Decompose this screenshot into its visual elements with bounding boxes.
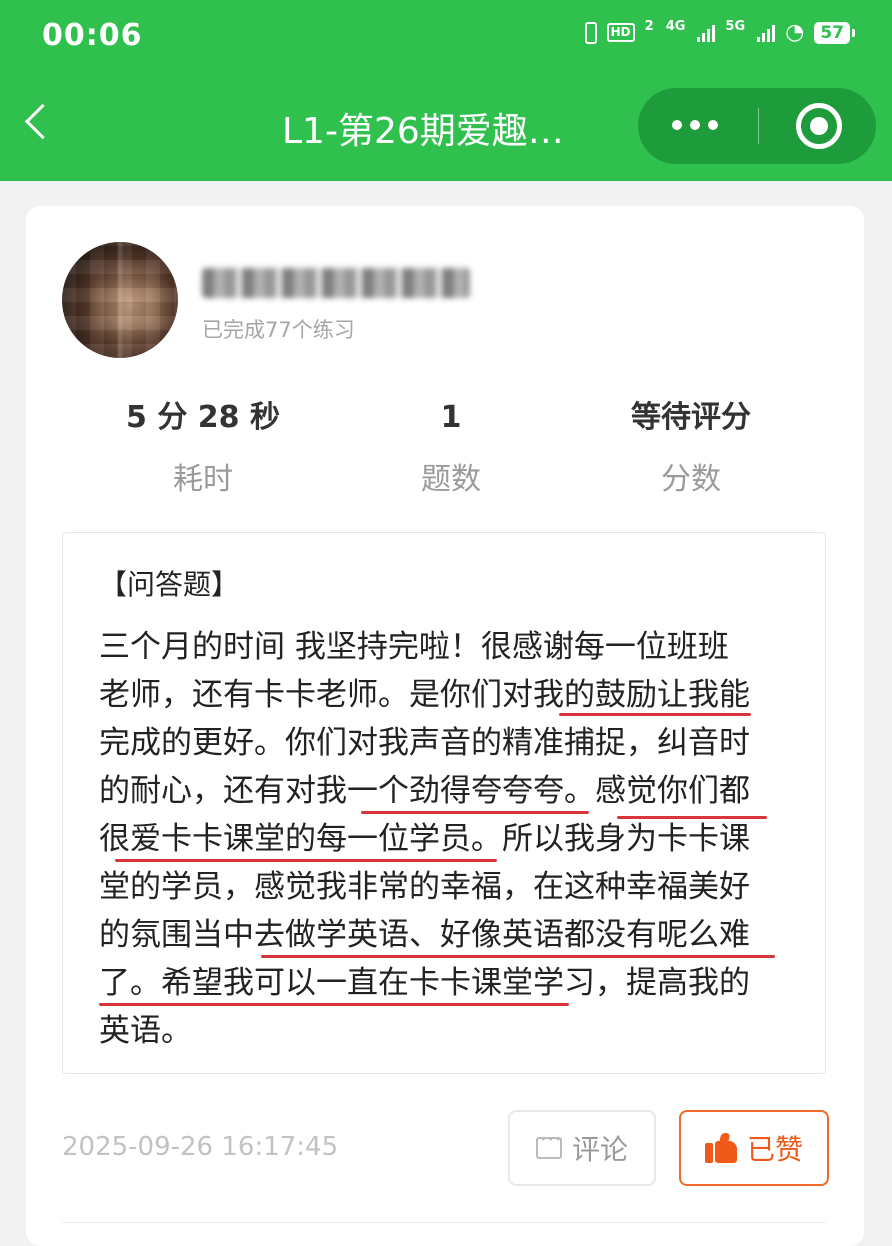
hd-icon: HD (606, 23, 635, 42)
stat-time: 5 分 28 秒 耗时 (88, 396, 318, 498)
stat-value: 1 (440, 400, 462, 435)
avatar (62, 242, 178, 358)
red-underline (361, 811, 589, 814)
submission-timestamp: 2025-09-26 16:17:45 (62, 1132, 339, 1162)
answer-line: 老师，还有卡卡老师。是你们对我的鼓励让我能 (99, 677, 750, 713)
signal-icon (757, 24, 776, 42)
wifi-icon: ◔ (785, 20, 805, 45)
question-type: 【问答题】 (99, 568, 240, 601)
more-icon[interactable] (672, 120, 718, 130)
network-5g-label: 5G (725, 19, 746, 34)
answer-line: 英语。 (99, 1013, 192, 1049)
battery-icon: 57 (814, 21, 855, 44)
vibrate-icon (584, 21, 597, 44)
status-time: 00:06 (42, 18, 143, 53)
comment-label: 评论 (571, 1133, 628, 1166)
answer-line: 完成的更好。你们对我声音的精准捕捉，纠音时 (99, 725, 750, 761)
red-underline (617, 816, 767, 819)
stat-value: 5 分 28 秒 (126, 400, 280, 435)
stat-question-count: 1 题数 (336, 396, 566, 498)
app-header: 00:06 HD 2 4G 5G ◔ 57 L1-第26期爱趣… (0, 0, 892, 181)
network-4g-label: 4G (665, 19, 686, 34)
close-target-icon[interactable] (796, 103, 842, 149)
answer-line: 堂的学员，感觉我非常的幸福，在这种幸福美好 (99, 869, 750, 905)
answer-text: 三个月的时间 我坚持完啦！很感谢每一位班班 老师，还有卡卡老师。是你们对我的鼓励… (99, 623, 789, 1055)
capsule-divider (758, 108, 759, 144)
stat-label: 耗时 (173, 462, 233, 497)
thumbs-up-icon (704, 1133, 737, 1163)
page-title: L1-第26期爱趣… (282, 111, 564, 152)
answer-box: 【问答题】 三个月的时间 我坚持完啦！很感谢每一位班班 老师，还有卡卡老师。是你… (62, 532, 826, 1074)
answer-line: 的耐心，还有对我一个劲得夸夸夸。感觉你们都 (99, 773, 750, 809)
stat-label: 分数 (661, 462, 721, 497)
like-button[interactable]: 已赞 (679, 1110, 829, 1186)
hd-sub-label: 2 (644, 19, 654, 34)
completed-count: 已完成77个练习 (202, 318, 355, 342)
answer-line: 很爱卡卡课堂的每一位学员。所以我身为卡卡课 (99, 821, 750, 857)
divider (62, 1222, 826, 1223)
submission-card: 已完成77个练习 5 分 28 秒 耗时 1 题数 等待评分 分数 【问答题】 … (26, 206, 864, 1246)
red-underline (115, 859, 497, 862)
stat-label: 题数 (421, 462, 481, 497)
answer-line: 的氛围当中去做学英语、好像英语都没有呢么难 (99, 917, 750, 953)
status-icons: HD 2 4G 5G ◔ 57 (584, 19, 855, 45)
signal-icon (697, 24, 716, 42)
answer-line: 三个月的时间 我坚持完啦！很感谢每一位班班 (99, 629, 729, 665)
mini-program-capsule (638, 88, 876, 164)
red-underline (559, 713, 751, 716)
stat-value: 等待评分 (631, 400, 751, 435)
stat-score: 等待评分 分数 (576, 396, 806, 498)
red-underline (99, 1003, 569, 1006)
comment-button[interactable]: 评论 (508, 1110, 656, 1186)
like-label: 已赞 (746, 1133, 803, 1166)
answer-line: 了。希望我可以一直在卡卡课堂学习，提高我的 (99, 965, 750, 1001)
red-underline (261, 955, 775, 958)
username-blurred (202, 268, 470, 298)
back-icon[interactable] (24, 103, 61, 140)
comment-icon (535, 1133, 562, 1159)
